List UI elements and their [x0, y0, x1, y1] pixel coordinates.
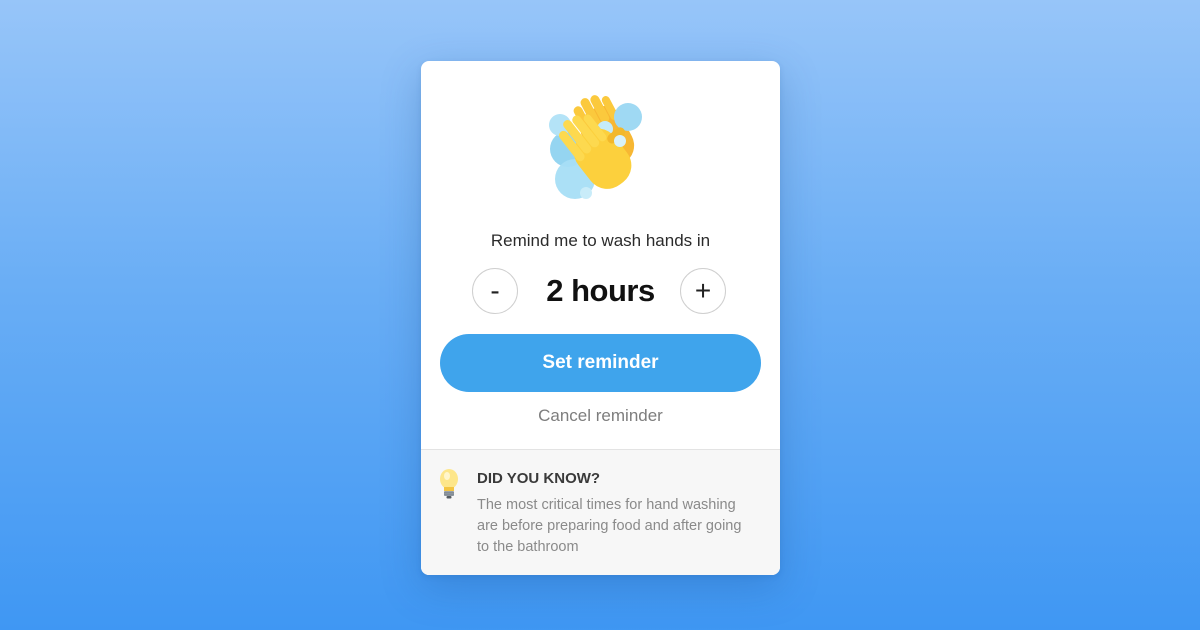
reminder-prompt: Remind me to wash hands in [490, 231, 711, 250]
set-reminder-button[interactable]: Set reminder [440, 334, 761, 392]
washing-hands-icon [540, 87, 660, 207]
reminder-card: Remind me to wash hands in - 2 hours + S… [421, 61, 780, 575]
lightbulb-icon [438, 468, 460, 500]
reminder-panel: Remind me to wash hands in - 2 hours + S… [421, 61, 780, 449]
increment-button[interactable]: + [680, 268, 726, 314]
decrement-button[interactable]: - [472, 268, 518, 314]
cancel-reminder-link[interactable]: Cancel reminder [421, 406, 780, 426]
duration-value: 2 hours [546, 273, 655, 308]
tip-body: The most critical times for hand washing… [477, 497, 742, 555]
did-you-know-section: DID YOU KNOW? The most critical times fo… [421, 449, 780, 575]
tip-title: DID YOU KNOW? [477, 470, 601, 487]
